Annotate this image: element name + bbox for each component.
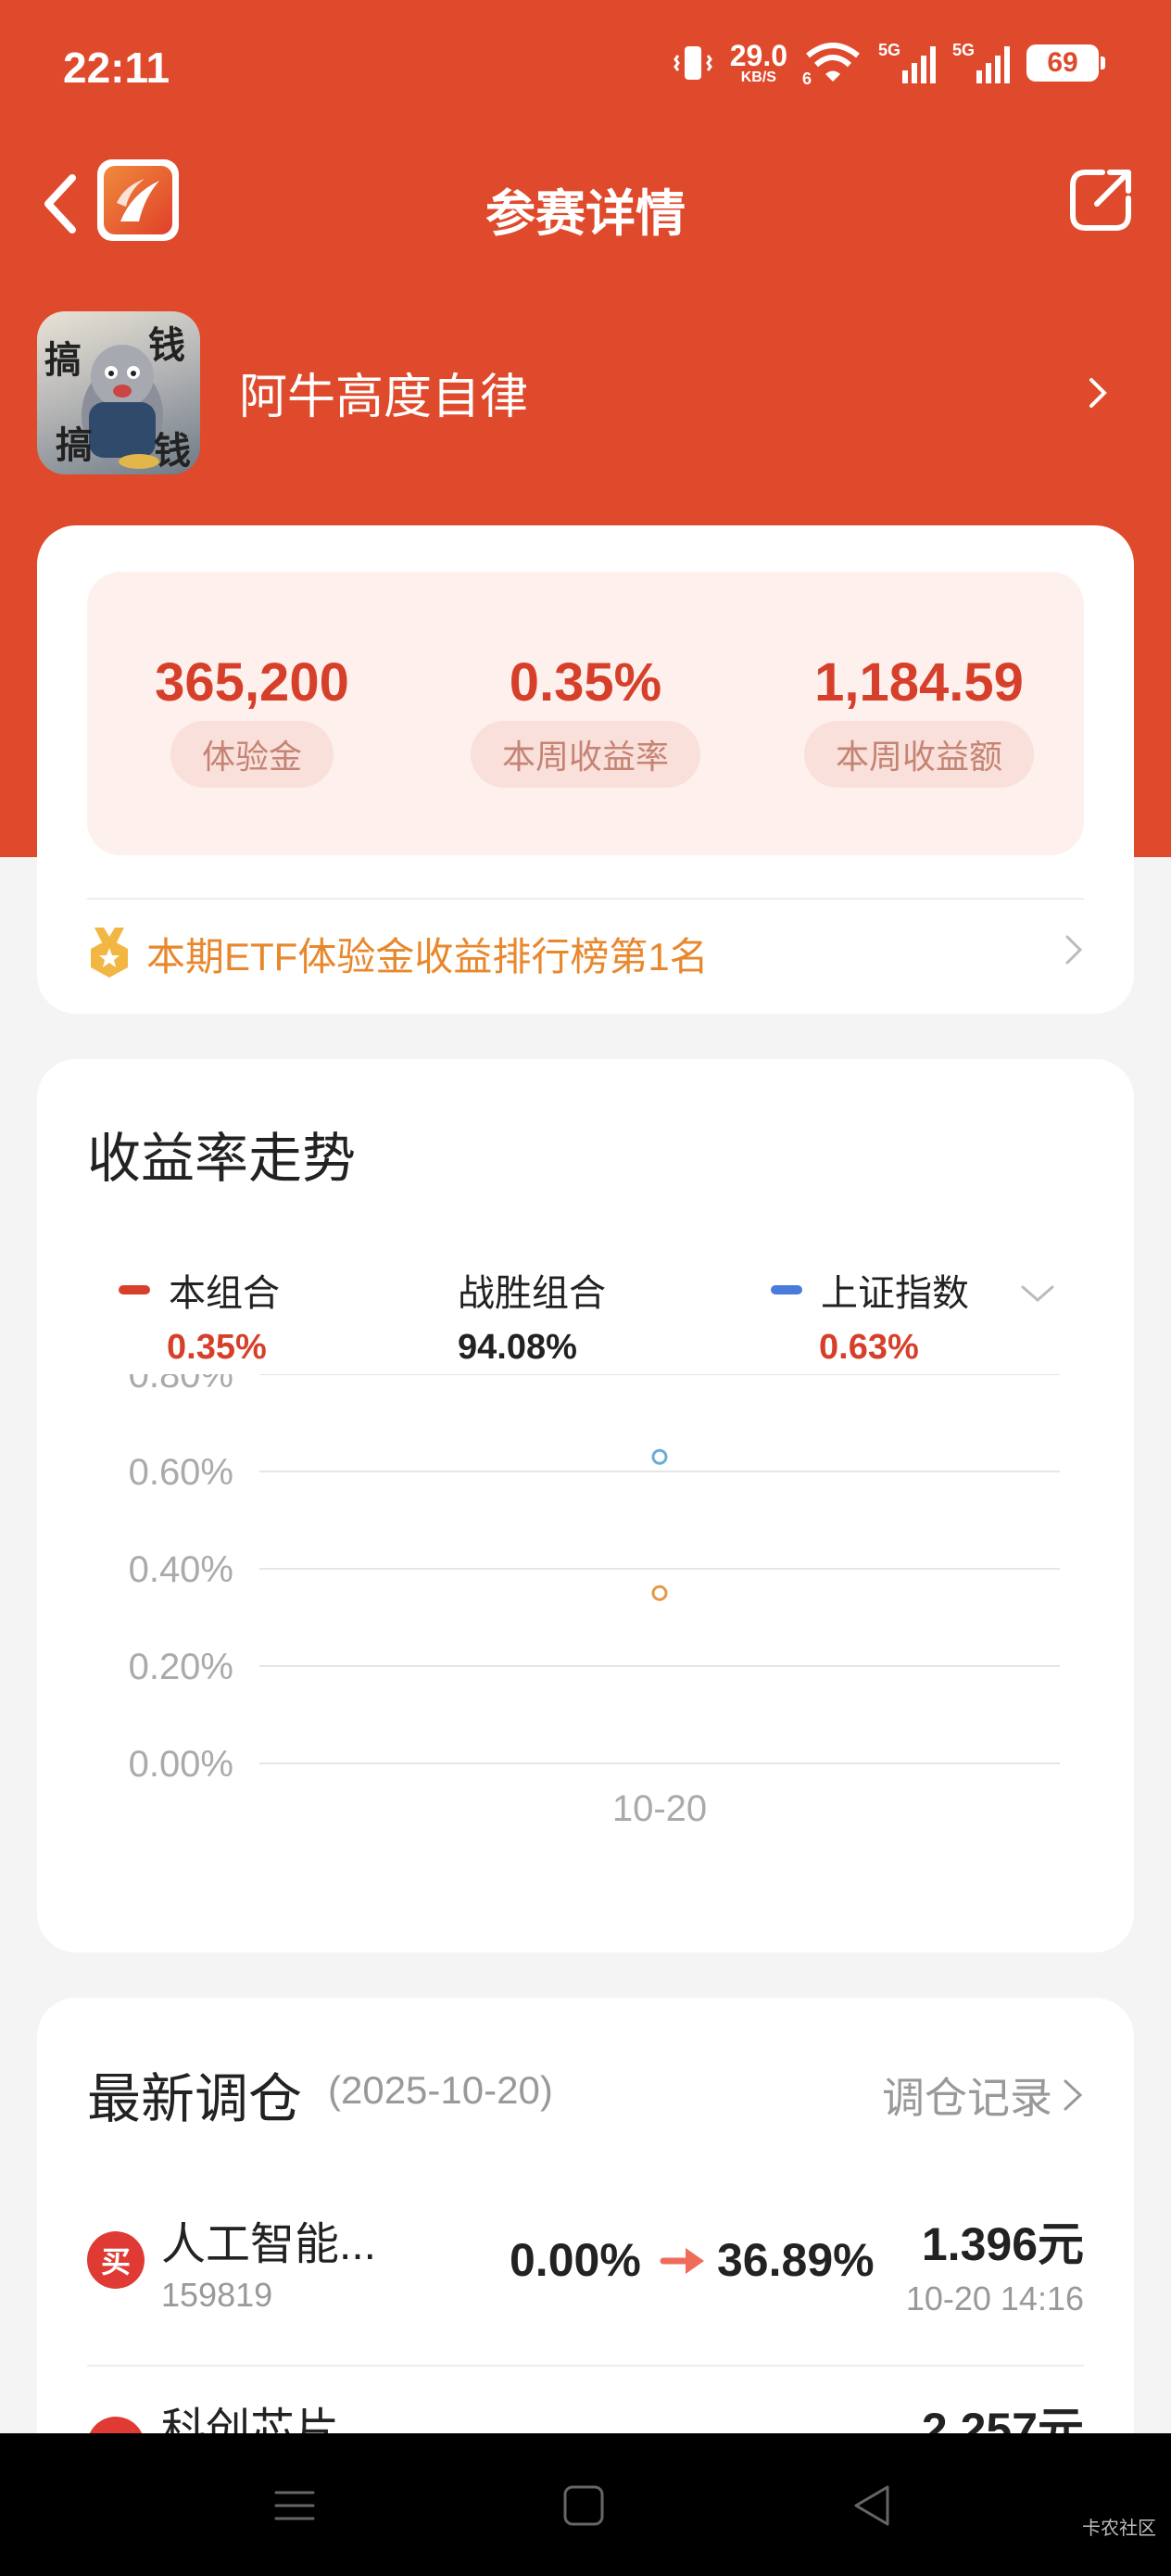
watermark: 卡农社区	[1082, 2519, 1156, 2539]
return-chart: 0.80% 0.60% 0.40% 0.20% 0.00% 10-20	[129, 1374, 1060, 1829]
stat-weekly-return-rate: 0.35% 本周收益率	[465, 651, 706, 788]
chevron-right-icon[interactable]	[1084, 371, 1112, 415]
battery-icon: 69	[1026, 44, 1105, 82]
ranking-text: 本期ETF体验金收益排行榜第1名	[146, 935, 709, 979]
divider	[87, 2365, 1084, 2367]
back-triangle-icon[interactable]	[847, 2480, 899, 2532]
stat-trial-funds: 365,200 体验金	[132, 651, 372, 788]
fund-name: 人工智能...	[161, 2220, 377, 2269]
legend-sse-index[interactable]: 上证指数 0.63%	[771, 1263, 969, 1368]
data-point	[651, 1585, 668, 1601]
rebalance-title: 最新调仓	[87, 2069, 303, 2129]
signal-sim2-icon: 5G	[952, 41, 1010, 83]
username[interactable]: 阿牛高度自律	[239, 358, 528, 427]
chevron-right-icon	[1064, 2079, 1083, 2111]
user-avatar[interactable]: 搞 钱 搞 钱	[37, 311, 200, 474]
trade-price: 1.396元	[921, 2218, 1084, 2270]
status-icons: 29.0 KB/S 6 5G 5G 69	[673, 39, 1105, 88]
y-tick-label: 0.60%	[129, 1452, 233, 1493]
buy-badge: 买	[87, 2231, 145, 2289]
page-title: 参赛详情	[485, 186, 686, 242]
y-tick-label: 0.40%	[129, 1549, 233, 1590]
signal-sim1-icon: 5G	[878, 41, 936, 83]
trade-time: 10-20 14:16	[905, 2279, 1084, 2317]
legend-beaten[interactable]: 战胜组合 94.08%	[458, 1263, 606, 1368]
chevron-right-icon	[1065, 935, 1083, 965]
system-nav-bar: 卡农社区	[0, 2433, 1171, 2576]
divider	[87, 898, 1084, 900]
status-time: 22:11	[63, 44, 170, 92]
stat-weekly-return-amount: 1,184.59 本周收益额	[799, 651, 1039, 788]
trade-row[interactable]: 买 人工智能... 159819 0.00% 36.89% 1.396元 10-…	[87, 2183, 1084, 2341]
stats-panel: 365,200 体验金 0.35% 本周收益率 1,184.59 本周收益额	[87, 572, 1084, 855]
summary-card: 365,200 体验金 0.35% 本周收益率 1,184.59 本周收益额 本…	[37, 525, 1134, 1014]
position-from: 0.00%	[510, 2234, 641, 2286]
x-tick-label: 10-20	[612, 1788, 707, 1829]
legend-swatch-sse	[771, 1285, 802, 1294]
y-tick-label: 0.00%	[129, 1744, 233, 1785]
status-bar: 22:11 29.0 KB/S 6 5G 5G 69	[0, 0, 1171, 139]
chevron-down-icon[interactable]	[1017, 1280, 1058, 1307]
home-icon[interactable]	[558, 2480, 610, 2532]
share-icon[interactable]	[1065, 165, 1136, 235]
legend-portfolio[interactable]: 本组合 0.35%	[119, 1263, 280, 1368]
medal-icon	[91, 928, 128, 978]
position-to: 36.89%	[717, 2234, 875, 2286]
data-point	[651, 1448, 668, 1465]
y-tick-label: 0.20%	[129, 1647, 233, 1687]
menu-icon[interactable]	[269, 2480, 321, 2532]
return-trend-card: 收益率走势 本组合 0.35% 战胜组合 94.08% 上证指数 0.63% 0…	[37, 1059, 1134, 1952]
ranking-link[interactable]: 本期ETF体验金收益排行榜第1名	[87, 915, 1084, 989]
fund-code: 159819	[161, 2276, 273, 2314]
arrow-right-icon	[660, 2248, 704, 2274]
vibrate-icon	[673, 46, 712, 80]
rebalance-history-link[interactable]: 调仓记录	[882, 2065, 1084, 2126]
rebalance-date: (2025-10-20)	[328, 2068, 553, 2112]
y-tick-label: 0.80%	[129, 1374, 233, 1395]
trend-title: 收益率走势	[87, 1129, 357, 1189]
network-speed: 29.0 KB/S	[729, 39, 787, 85]
legend-swatch-portfolio	[119, 1285, 150, 1294]
wifi-icon: 6	[802, 43, 862, 88]
